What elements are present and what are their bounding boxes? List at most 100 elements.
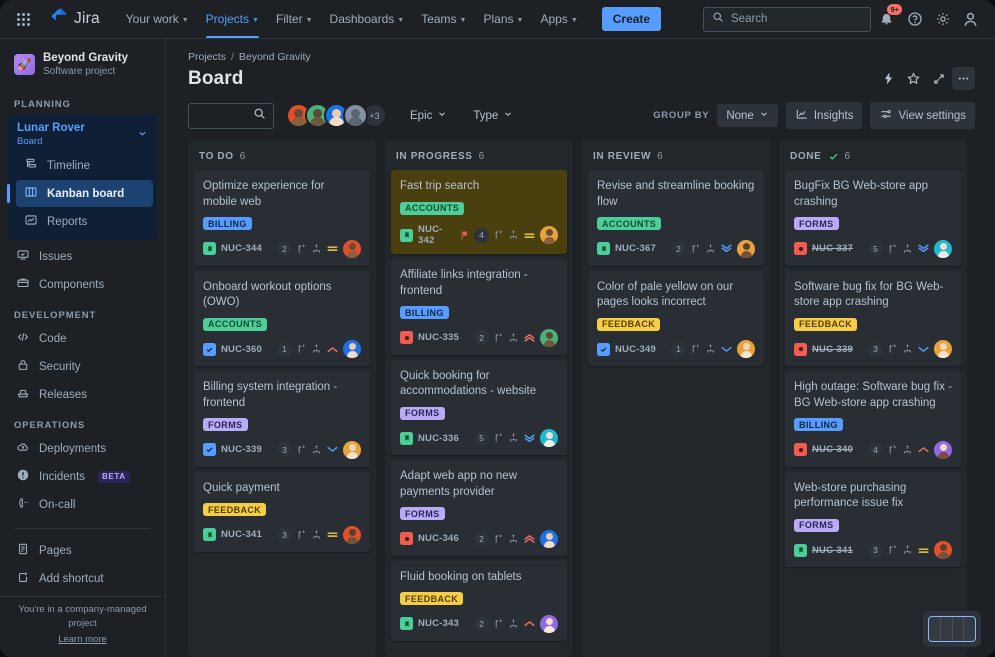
assignee-avatar[interactable] bbox=[737, 340, 755, 359]
profile-avatar-icon[interactable] bbox=[958, 7, 983, 32]
settings-gear-icon[interactable] bbox=[930, 7, 955, 32]
sidebar-item-on-call[interactable]: On-call bbox=[8, 491, 157, 518]
sidebar-item-reports[interactable]: Reports bbox=[16, 208, 153, 235]
story-points-badge[interactable]: 2 bbox=[474, 616, 489, 632]
assignee-avatar[interactable] bbox=[540, 529, 558, 548]
sidebar-item-pages[interactable]: Pages bbox=[8, 537, 157, 564]
issue-key[interactable]: NUC-367 bbox=[615, 243, 656, 254]
issue-key[interactable]: NUC-341 bbox=[812, 545, 853, 556]
issue-card[interactable]: Fast trip search ACCOUNTS NUC-342 4 bbox=[391, 170, 567, 255]
epic-filter-button[interactable]: Epic bbox=[401, 104, 456, 127]
issue-card[interactable]: BugFix BG Web-store app crashing FORMS NUC… bbox=[785, 170, 961, 266]
story-points-badge[interactable]: 3 bbox=[868, 542, 883, 558]
story-points-badge[interactable]: 2 bbox=[671, 241, 686, 257]
epic-label[interactable]: FORMS bbox=[794, 217, 839, 231]
story-points-badge[interactable]: 1 bbox=[671, 341, 686, 357]
epic-label[interactable]: BILLING bbox=[794, 418, 843, 432]
issue-key[interactable]: NUC-346 bbox=[418, 533, 459, 544]
sidebar-item-kanban-board[interactable]: Kanban board bbox=[7, 180, 153, 208]
assignee-avatar[interactable] bbox=[934, 239, 952, 258]
assignee-avatar[interactable] bbox=[934, 541, 952, 560]
story-points-badge[interactable]: 3 bbox=[277, 527, 292, 543]
issue-key[interactable]: NUC-342 bbox=[418, 224, 454, 246]
board-minimap[interactable] bbox=[923, 611, 981, 647]
issue-key[interactable]: NUC-344 bbox=[221, 243, 262, 254]
issue-key[interactable]: NUC-336 bbox=[418, 433, 459, 444]
breadcrumb-projects[interactable]: Projects bbox=[188, 51, 226, 63]
epic-label[interactable]: FEEDBACK bbox=[400, 592, 464, 606]
issue-key[interactable]: NUC-339 bbox=[812, 344, 853, 355]
assignee-avatar[interactable] bbox=[934, 440, 952, 459]
avatar-placeholder[interactable] bbox=[343, 103, 368, 128]
story-points-badge[interactable]: 4 bbox=[868, 442, 883, 458]
issue-key[interactable]: NUC-335 bbox=[418, 332, 459, 343]
sidebar-item-code[interactable]: Code bbox=[8, 325, 157, 352]
more-actions-icon[interactable] bbox=[952, 67, 975, 90]
sidebar-item-timeline[interactable]: Timeline bbox=[16, 152, 153, 179]
issue-card[interactable]: Optimize experience for mobile web BILLIN… bbox=[194, 170, 370, 266]
epic-label[interactable]: FEEDBACK bbox=[794, 317, 858, 331]
issue-key[interactable]: NUC-343 bbox=[418, 618, 459, 629]
epic-label[interactable]: ACCOUNTS bbox=[597, 217, 662, 231]
issue-key[interactable]: NUC-341 bbox=[221, 529, 262, 540]
assignee-avatar[interactable] bbox=[737, 239, 755, 258]
issue-card[interactable]: Revise and streamline booking flow ACCOUN… bbox=[588, 170, 764, 266]
issue-key[interactable]: NUC-340 bbox=[812, 444, 853, 455]
project-header[interactable]: 🚀 Beyond Gravity Software project bbox=[8, 39, 157, 88]
sidebar-item-deployments[interactable]: Deployments bbox=[8, 435, 157, 462]
sidebar-item-incidents[interactable]: Incidents BETA bbox=[8, 463, 157, 490]
view-settings-button[interactable]: View settings bbox=[870, 102, 975, 129]
epic-label[interactable]: FORMS bbox=[203, 418, 248, 432]
assignee-avatar[interactable] bbox=[540, 328, 558, 347]
group-by-select[interactable]: None bbox=[717, 104, 778, 127]
insights-button[interactable]: Insights bbox=[785, 102, 863, 129]
issue-card[interactable]: Fluid booking on tablets FEEDBACK NUC-343 2 bbox=[391, 560, 567, 641]
nav-item-projects[interactable]: Projects ▼ bbox=[198, 0, 267, 38]
issue-card[interactable]: High outage: Software bug fix - BG Web-s… bbox=[785, 371, 961, 467]
story-points-badge[interactable]: 4 bbox=[474, 227, 489, 243]
story-points-badge[interactable]: 2 bbox=[474, 531, 489, 547]
board-group-header[interactable]: Lunar Rover Board bbox=[8, 117, 157, 152]
epic-label[interactable]: FORMS bbox=[400, 406, 445, 420]
issue-card[interactable]: Affiliate links integration - frontend BI… bbox=[391, 259, 567, 355]
assignee-avatar[interactable] bbox=[934, 340, 952, 359]
assignee-avatar[interactable] bbox=[540, 429, 558, 448]
story-points-badge[interactable]: 3 bbox=[868, 341, 883, 357]
epic-label[interactable]: BILLING bbox=[400, 306, 449, 320]
notification-bell-icon[interactable]: 9+ bbox=[874, 3, 902, 32]
nav-item-your-work[interactable]: Your work ▼ bbox=[118, 0, 197, 38]
issue-card[interactable]: Quick payment FEEDBACK NUC-341 3 bbox=[194, 471, 370, 552]
story-points-badge[interactable]: 1 bbox=[277, 341, 292, 357]
jira-home-logo[interactable]: Jira bbox=[50, 7, 100, 31]
issue-key[interactable]: NUC-339 bbox=[221, 444, 262, 455]
global-search-input[interactable]: Search bbox=[703, 6, 871, 32]
breadcrumb-project[interactable]: Beyond Gravity bbox=[239, 51, 311, 63]
issue-card[interactable]: Software bug fix for BG Web-store app cr… bbox=[785, 270, 961, 367]
minimap-viewport[interactable] bbox=[928, 616, 976, 642]
assignee-avatar[interactable] bbox=[343, 440, 361, 459]
assignee-avatar[interactable] bbox=[343, 239, 361, 258]
sidebar-item-components[interactable]: Components bbox=[8, 271, 157, 298]
issue-key[interactable]: NUC-360 bbox=[221, 344, 262, 355]
story-points-badge[interactable]: 5 bbox=[868, 241, 883, 257]
epic-label[interactable]: FEEDBACK bbox=[203, 503, 267, 517]
nav-item-apps[interactable]: Apps ▼ bbox=[532, 0, 585, 38]
epic-label[interactable]: BILLING bbox=[203, 217, 252, 231]
epic-label[interactable]: ACCOUNTS bbox=[400, 201, 465, 215]
nav-item-dashboards[interactable]: Dashboards ▼ bbox=[322, 0, 413, 38]
issue-card[interactable]: Web-store purchasing performance issue f… bbox=[785, 471, 961, 568]
issue-card[interactable]: Quick booking for accommodations - websi… bbox=[391, 359, 567, 456]
sidebar-item-releases[interactable]: Releases bbox=[8, 381, 157, 408]
create-button[interactable]: Create bbox=[601, 7, 662, 31]
sidebar-item-issues[interactable]: Issues bbox=[8, 243, 157, 270]
issue-card[interactable]: Onboard workout options (OWO) ACCOUNTS NUC… bbox=[194, 270, 370, 367]
issue-card[interactable]: Color of pale yellow on our pages looks … bbox=[588, 270, 764, 367]
issue-key[interactable]: NUC-349 bbox=[615, 344, 656, 355]
story-points-badge[interactable]: 2 bbox=[474, 330, 489, 346]
story-points-badge[interactable]: 3 bbox=[277, 442, 292, 458]
epic-label[interactable]: FORMS bbox=[794, 518, 839, 532]
apps-grid-icon[interactable] bbox=[10, 6, 36, 32]
learn-more-link[interactable]: Learn more bbox=[10, 634, 155, 645]
epic-label[interactable]: FEEDBACK bbox=[597, 317, 661, 331]
nav-item-plans[interactable]: Plans ▼ bbox=[475, 0, 531, 38]
